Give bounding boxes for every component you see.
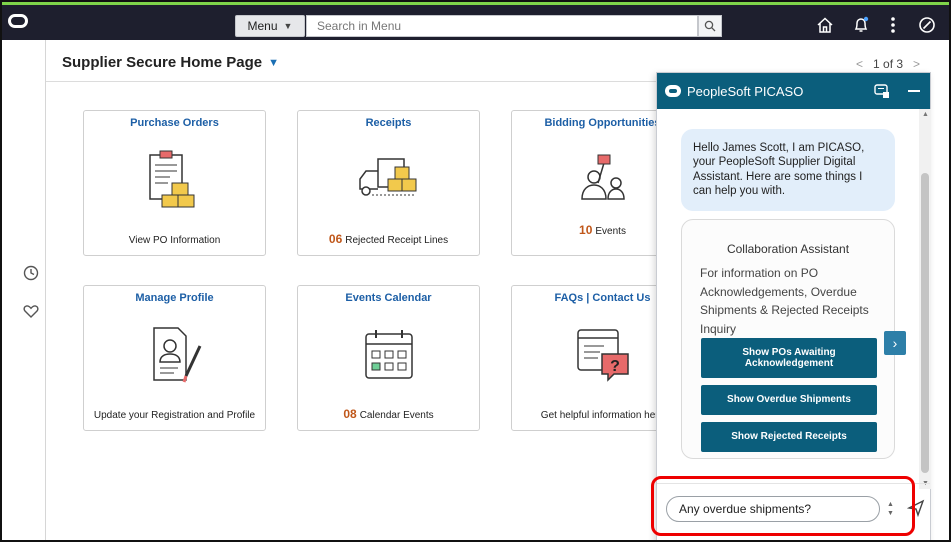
card-description: For information on PO Acknowledgements, … — [700, 266, 869, 336]
app-window: Menu ▼ Supplier Secure Home Page ▼ < 1 o… — [0, 0, 951, 542]
tile-purchase-orders[interactable]: Purchase Orders View PO Information — [83, 110, 266, 256]
divider — [46, 81, 666, 82]
tile-footer: 08 Calendar Events — [298, 407, 479, 421]
purchase-orders-icon — [148, 150, 194, 208]
top-navigation-bar: Menu ▼ — [2, 2, 949, 40]
calendar-icon — [364, 330, 413, 379]
tile-footer: View PO Information — [84, 235, 265, 246]
tile-count: 06 — [328, 232, 343, 246]
tile-footer-text: Calendar Events — [359, 410, 434, 421]
menu-button[interactable]: Menu ▼ — [235, 15, 305, 37]
chat-scrollbar[interactable]: ▲ ▼ — [919, 109, 931, 489]
search-button[interactable] — [698, 15, 722, 37]
home-icon[interactable] — [814, 14, 836, 36]
tile-footer-text: Rejected Receipt Lines — [345, 235, 449, 246]
previous-page-icon[interactable]: < — [856, 57, 863, 71]
more-options-icon[interactable] — [882, 14, 904, 36]
tile-footer: 06 Rejected Receipt Lines — [298, 232, 479, 246]
chat-bot-icon — [665, 85, 681, 97]
tile-title: Manage Profile — [135, 292, 214, 304]
tile-title: Purchase Orders — [130, 117, 219, 129]
tile-count: 10 — [579, 223, 593, 237]
page-pager: < 1 of 3 > — [856, 57, 920, 71]
tile-count: 08 — [343, 407, 357, 421]
chat-title: PeopleSoft PICASO — [687, 83, 804, 99]
show-overdue-shipments-button[interactable]: Show Overdue Shipments — [701, 385, 877, 415]
chevron-down-icon: ▼ — [283, 21, 293, 31]
faq-help-icon: ? — [576, 329, 629, 382]
tile-footer-text: Get helpful information here — [540, 410, 665, 421]
navbar-compass-icon[interactable] — [916, 14, 938, 36]
page-title-text: Supplier Secure Home Page — [62, 54, 263, 71]
card-title: Collaboration Assistant — [726, 242, 850, 256]
next-page-icon[interactable]: > — [913, 57, 920, 71]
tile-manage-profile[interactable]: Manage Profile Update your Registration … — [83, 285, 266, 431]
tile-footer-text: Update your Registration and Profile — [93, 410, 256, 421]
pager-label: 1 of 3 — [873, 57, 904, 71]
search-input[interactable] — [306, 15, 698, 37]
scroll-up-icon[interactable]: ▲ — [922, 111, 929, 118]
tile-title: Receipts — [365, 117, 412, 129]
minimize-icon[interactable] — [905, 82, 923, 100]
show-rejected-receipts-button[interactable]: Show Rejected Receipts — [701, 422, 877, 452]
page-title[interactable]: Supplier Secure Home Page ▼ — [62, 54, 279, 71]
chat-assistant-panel: PeopleSoft PICASO Hello James Scott, I a… — [656, 72, 931, 540]
show-pos-awaiting-acknowledgement-button[interactable]: Show POs Awaiting Acknowledgement — [701, 338, 877, 378]
tile-title: Events Calendar — [345, 292, 432, 304]
collaboration-assistant-card: Collaboration Assistant For information … — [681, 219, 895, 459]
tile-footer-text: Events — [595, 226, 626, 237]
profile-document-icon — [152, 327, 201, 383]
notifications-bell-icon[interactable] — [850, 14, 872, 36]
delivery-truck-icon — [358, 158, 416, 196]
recent-history-icon[interactable] — [22, 264, 40, 282]
chevron-down-icon[interactable]: ▼ — [268, 57, 279, 69]
chat-header: PeopleSoft PICASO — [657, 73, 930, 109]
left-rail — [2, 40, 46, 540]
tile-events-calendar[interactable]: Events Calendar 08 Calendar Events — [297, 285, 480, 431]
highlight-annotation — [651, 476, 915, 536]
menu-button-label: Menu — [247, 19, 278, 33]
tile-footer-text: View PO Information — [128, 235, 221, 246]
scrollbar-thumb[interactable] — [921, 173, 929, 473]
bidding-icon — [580, 154, 625, 200]
tile-footer: Update your Registration and Profile — [84, 410, 265, 421]
oracle-logo[interactable] — [8, 14, 28, 28]
search-icon — [704, 20, 716, 32]
tile-receipts[interactable]: Receipts 06 Rejected Receipt Lines — [297, 110, 480, 256]
clear-chat-icon[interactable] — [873, 82, 891, 100]
assistant-greeting-message: Hello James Scott, I am PICASO, your Peo… — [681, 129, 895, 211]
favorites-heart-icon[interactable] — [22, 302, 40, 320]
chevron-right-icon[interactable]: › — [884, 331, 906, 355]
svg-text:?: ? — [610, 358, 620, 375]
